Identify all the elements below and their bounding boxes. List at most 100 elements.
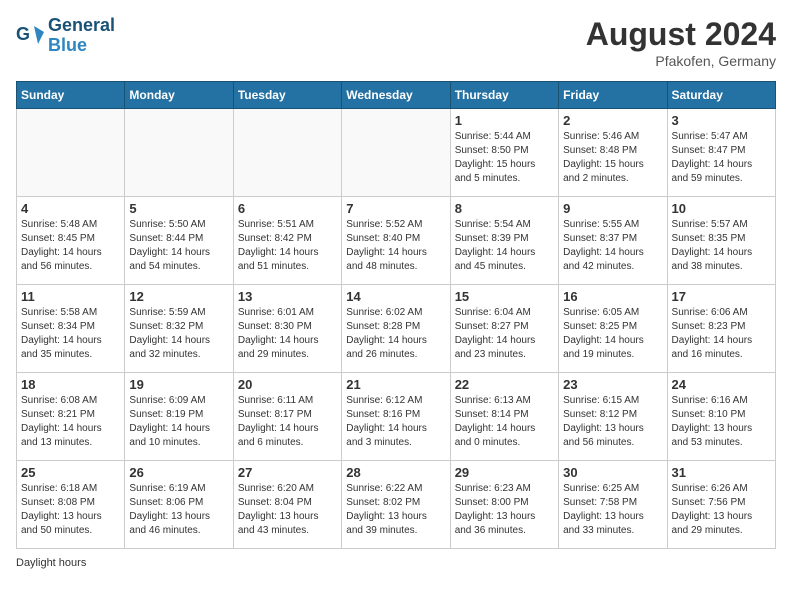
calendar-day-cell (342, 109, 450, 197)
day-number: 25 (21, 465, 120, 480)
calendar-day-cell: 13 Sunrise: 6:01 AMSunset: 8:30 PMDayligh… (233, 285, 341, 373)
day-number: 18 (21, 377, 120, 392)
calendar-header-row: SundayMondayTuesdayWednesdayThursdayFrid… (17, 82, 776, 109)
day-number: 24 (672, 377, 771, 392)
calendar-header-cell: Saturday (667, 82, 775, 109)
day-number: 7 (346, 201, 445, 216)
calendar-day-cell: 30 Sunrise: 6:25 AMSunset: 7:58 PMDayligh… (559, 461, 667, 549)
calendar-day-cell: 20 Sunrise: 6:11 AMSunset: 8:17 PMDayligh… (233, 373, 341, 461)
day-number: 13 (238, 289, 337, 304)
day-info: Sunrise: 5:50 AMSunset: 8:44 PMDaylight:… (129, 218, 228, 274)
calendar-day-cell: 3Sunrise: 5:47 AMSunset: 8:47 PMDaylight… (667, 109, 775, 197)
day-number: 26 (129, 465, 228, 480)
calendar-day-cell: 27 Sunrise: 6:20 AMSunset: 8:04 PMDayligh… (233, 461, 341, 549)
day-info: Sunrise: 6:08 AMSunset: 8:21 PMDaylight:… (21, 394, 120, 450)
footer-note: Daylight hours (16, 557, 86, 569)
calendar-week-row: 1 Sunrise: 5:44 AMSunset: 8:50 PMDaylight… (17, 109, 776, 197)
calendar-day-cell: 1 Sunrise: 5:44 AMSunset: 8:50 PMDaylight… (450, 109, 558, 197)
calendar-day-cell: 15Sunrise: 6:04 AMSunset: 8:27 PMDayligh… (450, 285, 558, 373)
day-info: Sunrise: 6:06 AMSunset: 8:23 PMDaylight:… (672, 306, 771, 362)
location: Pfakofen, Germany (586, 53, 776, 69)
calendar-day-cell: 23 Sunrise: 6:15 AMSunset: 8:12 PMDayligh… (559, 373, 667, 461)
day-info: Sunrise: 5:51 AMSunset: 8:42 PMDaylight:… (238, 218, 337, 274)
calendar-week-row: 18 Sunrise: 6:08 AMSunset: 8:21 PMDayligh… (17, 373, 776, 461)
logo: G General Blue (16, 16, 115, 56)
calendar-header-cell: Friday (559, 82, 667, 109)
day-info: Sunrise: 6:19 AMSunset: 8:06 PMDaylight:… (129, 482, 228, 538)
calendar-day-cell: 11Sunrise: 5:58 AMSunset: 8:34 PMDayligh… (17, 285, 125, 373)
day-number: 2 (563, 113, 662, 128)
day-number: 31 (672, 465, 771, 480)
month-year: August 2024 (586, 16, 776, 53)
day-info: Sunrise: 6:15 AMSunset: 8:12 PMDaylight:… (563, 394, 662, 450)
logo-line1: General (48, 16, 115, 36)
day-number: 15 (455, 289, 554, 304)
day-info: Sunrise: 6:22 AMSunset: 8:02 PMDaylight:… (346, 482, 445, 538)
calendar-header-cell: Monday (125, 82, 233, 109)
day-info: Sunrise: 5:46 AMSunset: 8:48 PMDaylight:… (563, 130, 662, 186)
calendar-header-cell: Tuesday (233, 82, 341, 109)
calendar-day-cell: 29 Sunrise: 6:23 AMSunset: 8:00 PMDayligh… (450, 461, 558, 549)
calendar-day-cell: 7 Sunrise: 5:52 AMSunset: 8:40 PMDaylight… (342, 197, 450, 285)
day-number: 22 (455, 377, 554, 392)
day-info: Sunrise: 6:13 AMSunset: 8:14 PMDaylight:… (455, 394, 554, 450)
day-info: Sunrise: 5:48 AMSunset: 8:45 PMDaylight:… (21, 218, 120, 274)
day-number: 11 (21, 289, 120, 304)
day-info: Sunrise: 5:47 AMSunset: 8:47 PMDaylight:… (672, 130, 771, 186)
calendar-day-cell: 25 Sunrise: 6:18 AMSunset: 8:08 PMDayligh… (17, 461, 125, 549)
calendar-day-cell: 17 Sunrise: 6:06 AMSunset: 8:23 PMDayligh… (667, 285, 775, 373)
calendar-body: 1 Sunrise: 5:44 AMSunset: 8:50 PMDaylight… (17, 109, 776, 549)
day-info: Sunrise: 5:44 AMSunset: 8:50 PMDaylight:… (455, 130, 554, 186)
calendar-header-cell: Thursday (450, 82, 558, 109)
calendar-day-cell: 4 Sunrise: 5:48 AMSunset: 8:45 PMDaylight… (17, 197, 125, 285)
day-number: 8 (455, 201, 554, 216)
calendar-day-cell: 12Sunrise: 5:59 AMSunset: 8:32 PMDayligh… (125, 285, 233, 373)
calendar-day-cell: 2 Sunrise: 5:46 AMSunset: 8:48 PMDaylight… (559, 109, 667, 197)
day-info: Sunrise: 6:23 AMSunset: 8:00 PMDaylight:… (455, 482, 554, 538)
calendar-day-cell: 8 Sunrise: 5:54 AMSunset: 8:39 PMDaylight… (450, 197, 558, 285)
day-number: 5 (129, 201, 228, 216)
calendar-day-cell: 5 Sunrise: 5:50 AMSunset: 8:44 PMDaylight… (125, 197, 233, 285)
day-number: 16 (563, 289, 662, 304)
calendar-day-cell: 31 Sunrise: 6:26 AMSunset: 7:56 PMDayligh… (667, 461, 775, 549)
day-info: Sunrise: 5:55 AMSunset: 8:37 PMDaylight:… (563, 218, 662, 274)
calendar-day-cell: 24 Sunrise: 6:16 AMSunset: 8:10 PMDayligh… (667, 373, 775, 461)
day-number: 29 (455, 465, 554, 480)
calendar-week-row: 25 Sunrise: 6:18 AMSunset: 8:08 PMDayligh… (17, 461, 776, 549)
day-number: 23 (563, 377, 662, 392)
day-info: Sunrise: 6:16 AMSunset: 8:10 PMDaylight:… (672, 394, 771, 450)
calendar-table: SundayMondayTuesdayWednesdayThursdayFrid… (16, 81, 776, 549)
calendar-day-cell: 26 Sunrise: 6:19 AMSunset: 8:06 PMDayligh… (125, 461, 233, 549)
day-info: Sunrise: 6:11 AMSunset: 8:17 PMDaylight:… (238, 394, 337, 450)
day-info: Sunrise: 6:18 AMSunset: 8:08 PMDaylight:… (21, 482, 120, 538)
day-number: 27 (238, 465, 337, 480)
day-number: 4 (21, 201, 120, 216)
calendar-day-cell: 10Sunrise: 5:57 AMSunset: 8:35 PMDayligh… (667, 197, 775, 285)
calendar-day-cell: 28Sunrise: 6:22 AMSunset: 8:02 PMDayligh… (342, 461, 450, 549)
calendar-day-cell: 21Sunrise: 6:12 AMSunset: 8:16 PMDayligh… (342, 373, 450, 461)
day-info: Sunrise: 5:54 AMSunset: 8:39 PMDaylight:… (455, 218, 554, 274)
svg-text:G: G (16, 24, 30, 44)
day-info: Sunrise: 5:52 AMSunset: 8:40 PMDaylight:… (346, 218, 445, 274)
day-info: Sunrise: 6:09 AMSunset: 8:19 PMDaylight:… (129, 394, 228, 450)
calendar-day-cell (125, 109, 233, 197)
day-number: 17 (672, 289, 771, 304)
calendar-day-cell (233, 109, 341, 197)
footer: Daylight hours (16, 557, 776, 569)
day-info: Sunrise: 6:26 AMSunset: 7:56 PMDaylight:… (672, 482, 771, 538)
day-info: Sunrise: 6:20 AMSunset: 8:04 PMDaylight:… (238, 482, 337, 538)
calendar-day-cell: 6Sunrise: 5:51 AMSunset: 8:42 PMDaylight… (233, 197, 341, 285)
day-number: 1 (455, 113, 554, 128)
calendar-day-cell: 9Sunrise: 5:55 AMSunset: 8:37 PMDaylight… (559, 197, 667, 285)
calendar-day-cell: 19Sunrise: 6:09 AMSunset: 8:19 PMDayligh… (125, 373, 233, 461)
day-info: Sunrise: 6:01 AMSunset: 8:30 PMDaylight:… (238, 306, 337, 362)
day-info: Sunrise: 6:02 AMSunset: 8:28 PMDaylight:… (346, 306, 445, 362)
day-number: 20 (238, 377, 337, 392)
logo-line2: Blue (48, 36, 115, 56)
page-header: G General Blue August 2024 Pfakofen, Ger… (16, 16, 776, 69)
day-number: 30 (563, 465, 662, 480)
day-info: Sunrise: 5:59 AMSunset: 8:32 PMDaylight:… (129, 306, 228, 362)
calendar-header-cell: Sunday (17, 82, 125, 109)
calendar-day-cell (17, 109, 125, 197)
day-info: Sunrise: 6:25 AMSunset: 7:58 PMDaylight:… (563, 482, 662, 538)
